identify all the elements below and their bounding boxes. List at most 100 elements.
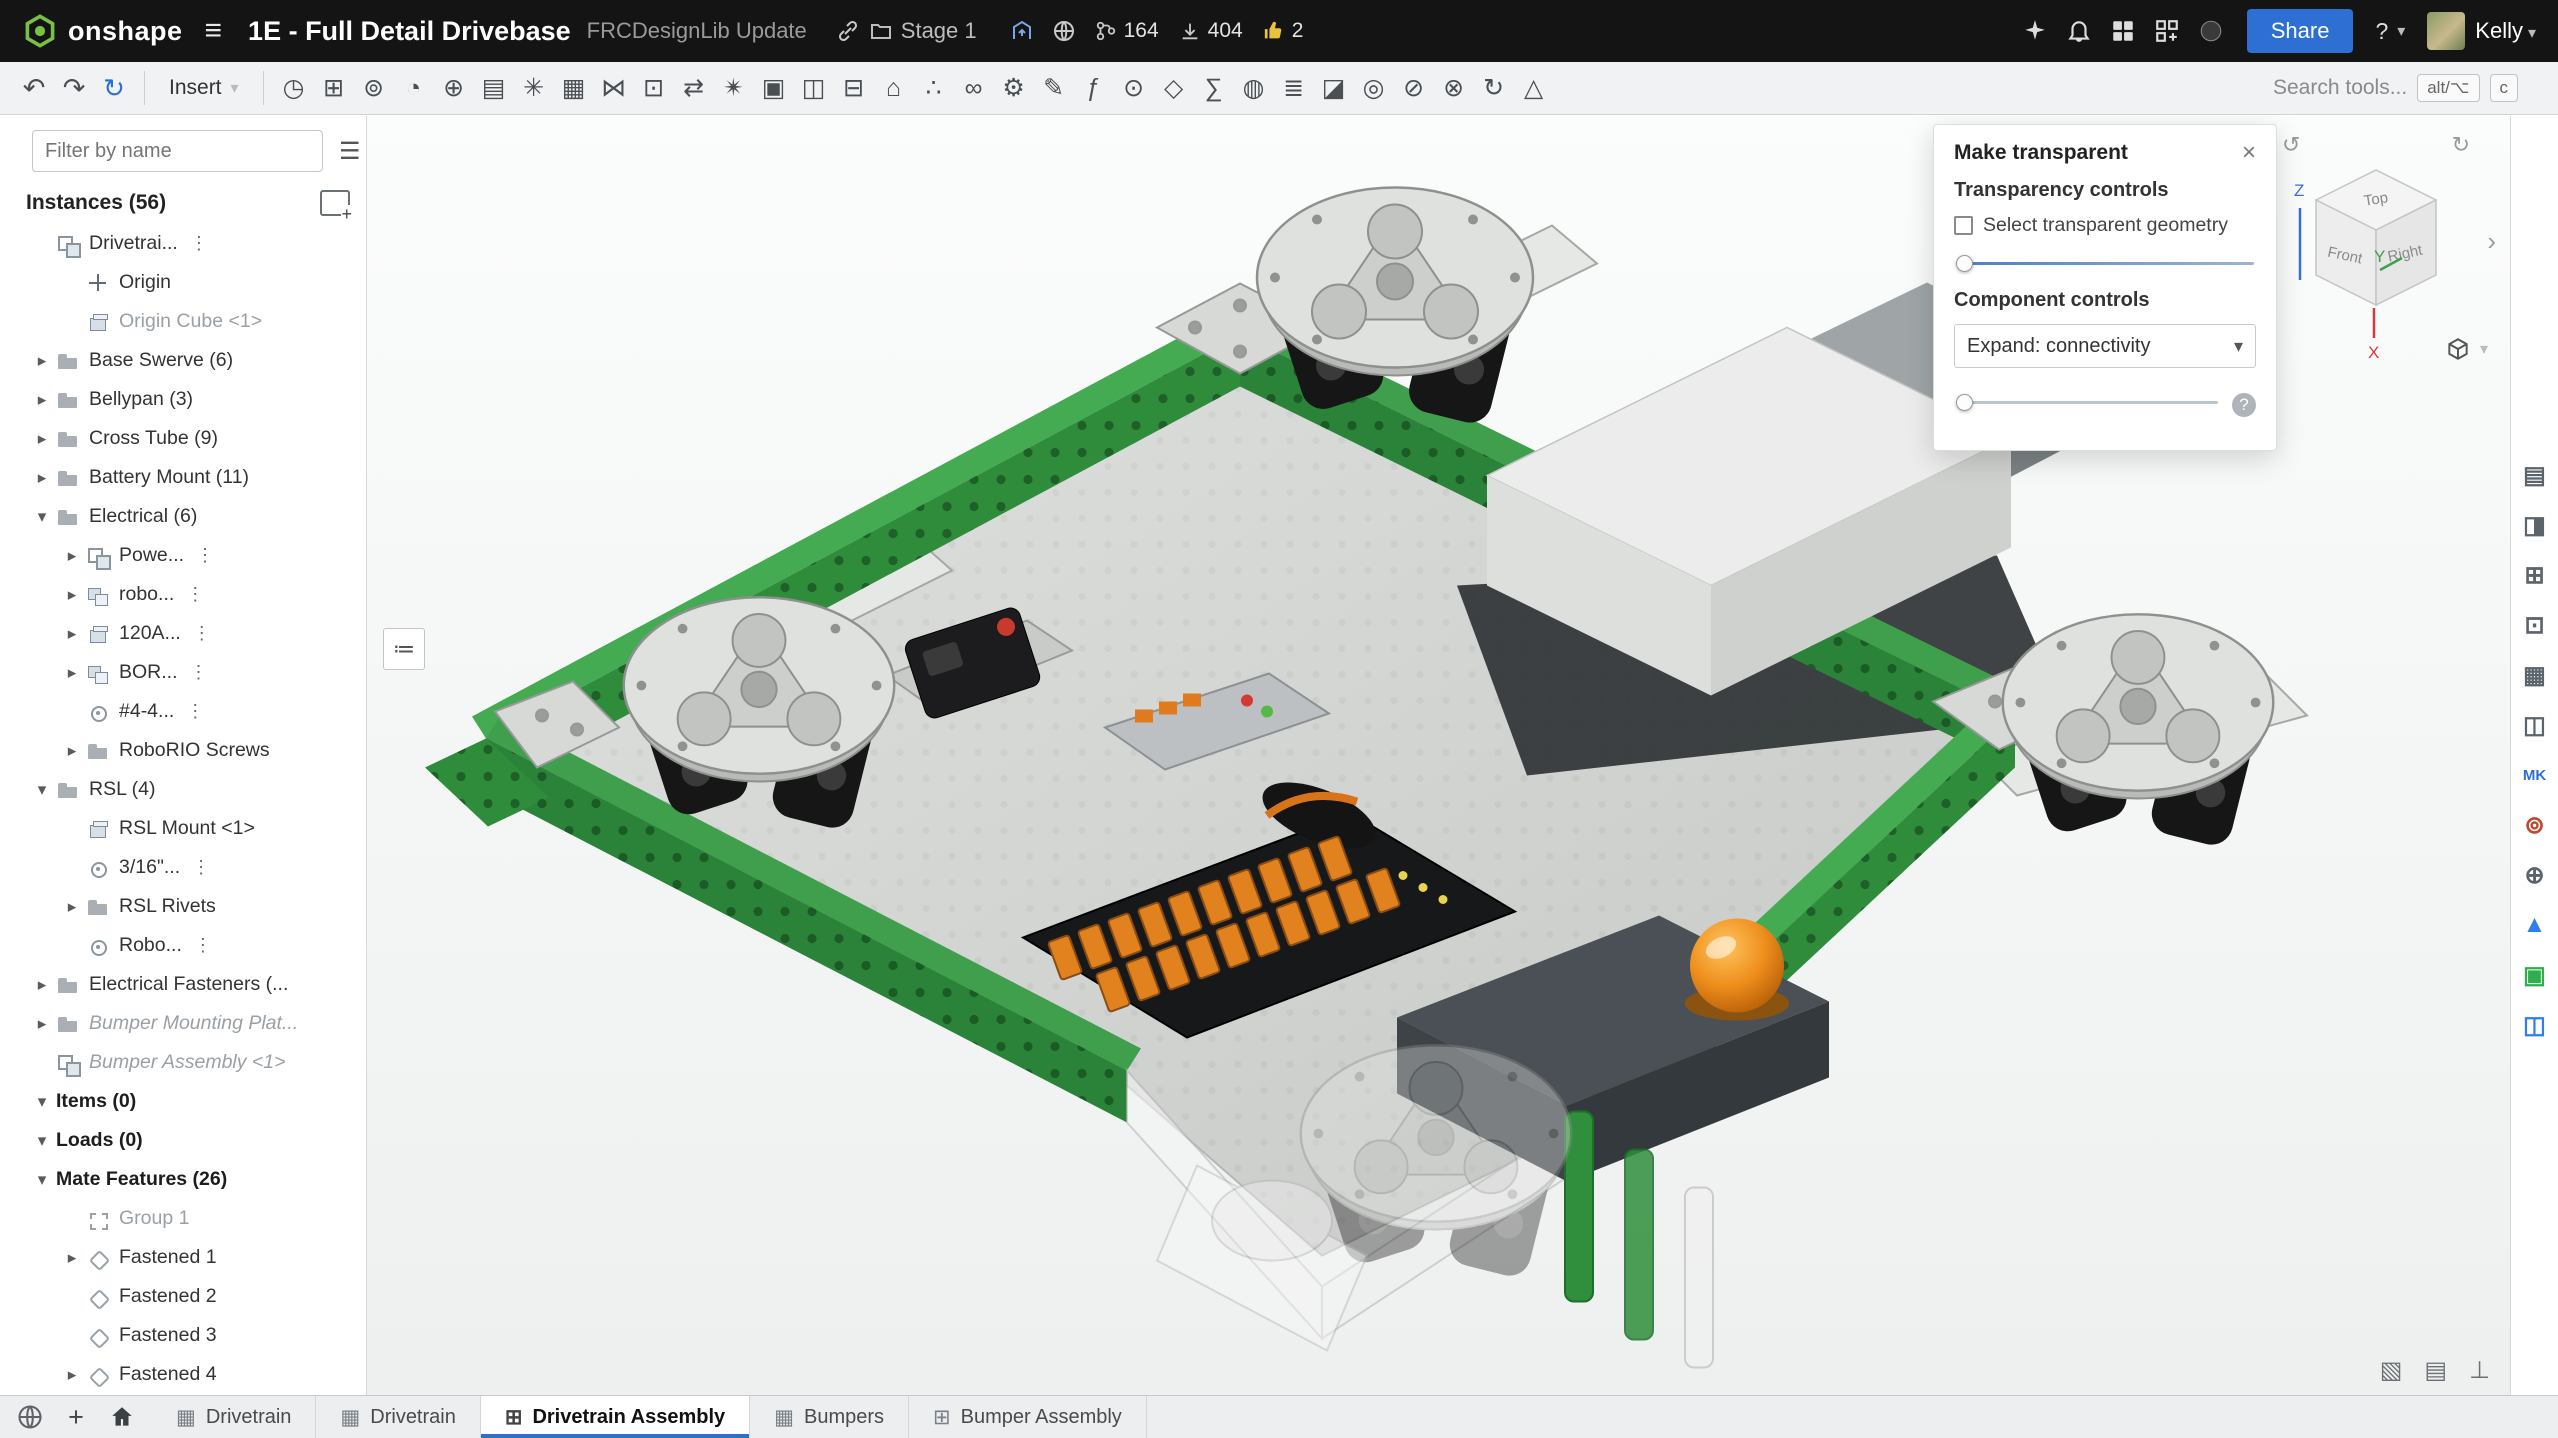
transparency-slider[interactable]: [1956, 253, 2254, 275]
undo-button[interactable]: ↶: [14, 67, 54, 109]
branch-count[interactable]: 164: [1095, 19, 1159, 43]
units-icon[interactable]: ⊥: [2469, 1356, 2490, 1385]
chevron-icon[interactable]: [28, 1170, 56, 1190]
tree-item[interactable]: Bumper Mounting Plat...: [0, 1004, 366, 1043]
onshape-logo[interactable]: onshape: [22, 13, 183, 49]
drawing-sheet-icon[interactable]: ▤: [2424, 1356, 2447, 1385]
create-tab-button[interactable]: +: [56, 1396, 96, 1438]
tree-item[interactable]: RSL Mount <1>: [0, 809, 366, 848]
tree-item[interactable]: 3/16"...: [0, 848, 366, 887]
panel-display-icon[interactable]: ⊡: [2516, 606, 2554, 644]
tree-item[interactable]: #4-4...: [0, 692, 366, 731]
globe-icon[interactable]: [1052, 19, 1076, 43]
user-menu[interactable]: Kelly: [2475, 18, 2536, 44]
linear-pattern-icon[interactable]: ▤: [474, 67, 514, 109]
snapshot-icon[interactable]: ◔: [394, 67, 434, 109]
tree-item[interactable]: Items (0): [0, 1082, 366, 1121]
section-view-icon[interactable]: ◪: [1314, 67, 1354, 109]
panel-properties-icon[interactable]: ◫: [2516, 706, 2554, 744]
ai-assistant-icon[interactable]: [2022, 18, 2048, 44]
learning-center-icon[interactable]: [2110, 18, 2136, 44]
tab-bumper-assembly[interactable]: ⊞ Bumper Assembly: [909, 1396, 1147, 1438]
tab-drivetrain-assembly[interactable]: ⊞ Drivetrain Assembly: [481, 1396, 750, 1438]
tab-drivetrain-2[interactable]: ▦ Drivetrain: [316, 1396, 480, 1438]
frame-icon[interactable]: ⌂: [874, 67, 914, 109]
slider-knob[interactable]: [1956, 394, 1973, 411]
user-avatar[interactable]: [2427, 12, 2465, 50]
tree-item[interactable]: Loads (0): [0, 1121, 366, 1160]
tree-item[interactable]: Cross Tube (9): [0, 419, 366, 458]
chevron-icon[interactable]: [28, 429, 56, 449]
analysis-icon[interactable]: △: [1514, 67, 1554, 109]
home-tab-button[interactable]: [102, 1396, 142, 1438]
tree-item[interactable]: Robo...: [0, 926, 366, 965]
tree-item[interactable]: Bellypan (3): [0, 380, 366, 419]
tree-item[interactable]: RoboRIO Screws: [0, 731, 366, 770]
close-icon[interactable]: ×: [2242, 141, 2256, 165]
chevron-icon[interactable]: [58, 585, 86, 605]
chevron-icon[interactable]: [28, 351, 56, 371]
weldment-icon[interactable]: ∴: [914, 67, 954, 109]
gear-icon[interactable]: ⚙: [994, 67, 1034, 109]
app-blue-icon[interactable]: ▲: [2516, 906, 2554, 944]
tree-item[interactable]: Electrical Fasteners (...: [0, 965, 366, 1004]
tree-item[interactable]: Fastened 4: [0, 1355, 366, 1394]
mirror-icon[interactable]: ⋈: [594, 67, 634, 109]
tree-item[interactable]: robo...: [0, 575, 366, 614]
notifications-bell-icon[interactable]: [2066, 18, 2092, 44]
update-references-button[interactable]: ↻: [94, 67, 134, 109]
list-view-icon[interactable]: ☰: [333, 135, 367, 168]
app-parts-icon[interactable]: ⊕: [2516, 856, 2554, 894]
view-menu[interactable]: [2445, 336, 2488, 362]
rotate-ccw-icon[interactable]: ↺: [2282, 132, 2300, 158]
like-count[interactable]: 2: [1263, 19, 1304, 43]
chevron-icon[interactable]: [58, 1365, 86, 1385]
panel-versions-icon[interactable]: ⊞: [2516, 556, 2554, 594]
rotate-right-arrow-icon[interactable]: ›: [2487, 226, 2496, 257]
chevron-icon[interactable]: [28, 1092, 56, 1112]
chevron-icon[interactable]: [28, 468, 56, 488]
component-slider[interactable]: [1956, 392, 2218, 414]
chevron-icon[interactable]: [28, 507, 56, 527]
circular-pattern-icon[interactable]: ✳: [514, 67, 554, 109]
tree-item[interactable]: Group 1: [0, 1199, 366, 1238]
feature-pattern-icon[interactable]: ▦: [554, 67, 594, 109]
appearance-icon[interactable]: ◍: [1234, 67, 1274, 109]
tree-item[interactable]: Origin Cube <1>: [0, 302, 366, 341]
download-count[interactable]: 404: [1179, 19, 1243, 43]
chevron-icon[interactable]: [28, 390, 56, 410]
tree-item[interactable]: Fastened 3: [0, 1316, 366, 1355]
sheet-metal-icon[interactable]: ⊟: [834, 67, 874, 109]
tree-item[interactable]: Mate Features (26): [0, 1160, 366, 1199]
chevron-icon[interactable]: [28, 975, 56, 995]
help-menu[interactable]: ?: [2375, 18, 2405, 45]
replicate-icon[interactable]: ⊡: [634, 67, 674, 109]
chevron-icon[interactable]: [58, 663, 86, 683]
chevron-icon[interactable]: [28, 1131, 56, 1151]
chevron-icon[interactable]: [58, 546, 86, 566]
tab-bumpers[interactable]: ▦ Bumpers: [750, 1396, 909, 1438]
bumper-posts[interactable]: [1565, 1112, 1713, 1368]
insert-button[interactable]: Insert: [155, 67, 253, 109]
isolate-icon[interactable]: ◎: [1354, 67, 1394, 109]
app-split-icon[interactable]: ◫: [2516, 1006, 2554, 1044]
named-positions-icon[interactable]: ▣: [754, 67, 794, 109]
hole-icon[interactable]: ⊙: [1114, 67, 1154, 109]
explode-icon[interactable]: ✴: [714, 67, 754, 109]
chevron-icon[interactable]: [28, 1014, 56, 1034]
display-states-icon[interactable]: ◫: [794, 67, 834, 109]
tree-item[interactable]: Base Swerve (6): [0, 341, 366, 380]
earth-icon[interactable]: [10, 1396, 50, 1438]
hide-icon[interactable]: ⊘: [1394, 67, 1434, 109]
link-icon[interactable]: [836, 19, 860, 43]
expand-mode-dropdown[interactable]: Expand: connectivity: [1954, 324, 2256, 368]
search-tools[interactable]: Search tools... alt/⌥ c: [2273, 74, 2518, 102]
tree-item[interactable]: Powe...: [0, 536, 366, 575]
sketch-icon[interactable]: ✎: [1034, 67, 1074, 109]
share-button[interactable]: Share: [2247, 9, 2354, 53]
mass-properties-icon[interactable]: ∑: [1194, 67, 1234, 109]
tree-item[interactable]: BOR...: [0, 653, 366, 692]
stage-folder[interactable]: Stage 1: [869, 18, 977, 44]
rotate-cw-icon[interactable]: ↻: [2452, 132, 2470, 158]
panel-bom-icon[interactable]: ▤: [2516, 456, 2554, 494]
